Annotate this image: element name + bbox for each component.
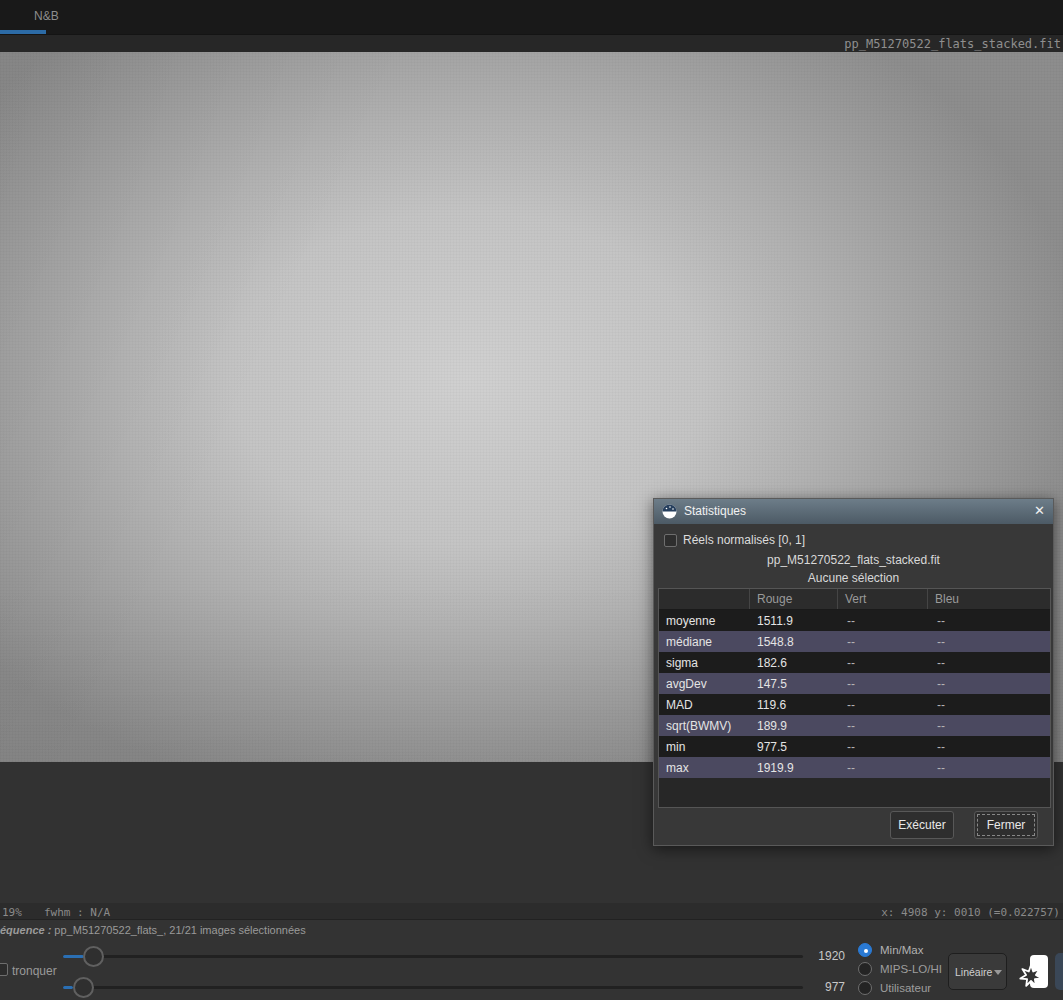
sequence-label: équence : <box>0 924 51 936</box>
zoom-level: 19% <box>2 906 22 919</box>
table-row[interactable]: médiane 1548.8 -- -- <box>659 631 1050 652</box>
column-header-rouge[interactable]: Rouge <box>750 589 838 609</box>
fwhm-readout: fwhm : N/A <box>44 906 110 919</box>
close-icon[interactable]: ✕ <box>1034 503 1045 518</box>
dialog-titlebar[interactable]: Statistiques ✕ <box>654 499 1053 524</box>
table-row[interactable]: moyenne 1511.9 -- -- <box>659 610 1050 631</box>
sequence-info: pp_M51270522_flats_, 21/21 images sélect… <box>54 924 305 936</box>
dialog-title: Statistiques <box>684 504 746 518</box>
display-controls: tronquer 1920 977 Min/Max MIPS-LO/HI Uti… <box>0 940 1063 1000</box>
execute-button[interactable]: Exécuter <box>890 811 954 839</box>
truncate-checkbox[interactable] <box>0 963 8 976</box>
star-detection-button[interactable] <box>1016 953 1056 990</box>
hi-slider-fill <box>63 955 84 958</box>
sequence-bar: équence : pp_M51270522_flats_, 21/21 ima… <box>0 920 1063 940</box>
dialog-selection-info: Aucune sélection <box>654 571 1053 585</box>
radio-minmax-label: Min/Max <box>880 944 923 956</box>
column-header-empty[interactable] <box>659 589 750 609</box>
lo-value[interactable]: 977 <box>795 980 845 994</box>
siril-logo-icon <box>662 504 677 519</box>
table-row[interactable]: min 977.5 -- -- <box>659 736 1050 757</box>
filename-bar: pp_M51270522_flats_stacked.fit <box>0 34 1063 52</box>
image-filename: pp_M51270522_flats_stacked.fit <box>844 37 1061 51</box>
truncate-label: tronquer <box>12 964 57 978</box>
table-row[interactable]: avgDev 147.5 -- -- <box>659 673 1050 694</box>
cursor-coordinates: x: 4908 y: 0010 (=0.022757) <box>881 906 1060 919</box>
radio-mips-circle[interactable] <box>858 962 872 976</box>
tab-bar: N&B <box>0 0 1063 34</box>
normalized-checkbox-label: Réels normalisés [0, 1] <box>683 533 805 547</box>
column-header-bleu[interactable]: Bleu <box>928 589 1050 609</box>
table-row[interactable]: sigma 182.6 -- -- <box>659 652 1050 673</box>
lo-slider-track[interactable] <box>63 986 803 989</box>
tab-nb[interactable]: N&B <box>34 9 59 23</box>
status-bar: 19% fwhm : N/A x: 4908 y: 0010 (=0.02275… <box>0 903 1063 920</box>
hi-value[interactable]: 1920 <box>795 949 845 963</box>
edge-panel-button[interactable] <box>1055 953 1063 990</box>
scale-mode-dropdown[interactable]: Linéaire <box>948 953 1007 990</box>
radio-user-label: Utilisateur <box>880 982 931 994</box>
close-button[interactable]: Fermer <box>974 811 1038 839</box>
siril-window: N&B pp_M51270522_flats_stacked.fit 19% f… <box>0 0 1063 1000</box>
statistics-dialog: Statistiques ✕ Réels normalisés [0, 1] p… <box>653 498 1054 846</box>
hi-slider-handle[interactable] <box>83 946 104 967</box>
scale-mode-value: Linéaire <box>955 966 992 978</box>
table-row[interactable]: sqrt(BWMV) 189.9 -- -- <box>659 715 1050 736</box>
chevron-down-icon <box>994 970 1002 975</box>
lo-slider-handle[interactable] <box>73 977 94 998</box>
table-row[interactable]: MAD 119.6 -- -- <box>659 694 1050 715</box>
column-header-vert[interactable]: Vert <box>838 589 928 609</box>
radio-user-circle[interactable] <box>858 981 872 995</box>
radio-minmax-circle[interactable] <box>858 943 872 957</box>
star-icon <box>1016 953 1056 990</box>
dialog-filename: pp_M51270522_flats_stacked.fit <box>654 553 1053 567</box>
statistics-table: Rouge Vert Bleu moyenne 1511.9 -- -- méd… <box>658 588 1051 808</box>
hi-slider-track[interactable] <box>63 955 803 958</box>
table-row[interactable]: max 1919.9 -- -- <box>659 757 1050 778</box>
radio-mips-label: MIPS-LO/HI <box>880 963 942 975</box>
normalized-checkbox[interactable] <box>664 534 677 547</box>
table-header: Rouge Vert Bleu <box>659 589 1050 610</box>
lo-slider-fill <box>63 986 73 989</box>
